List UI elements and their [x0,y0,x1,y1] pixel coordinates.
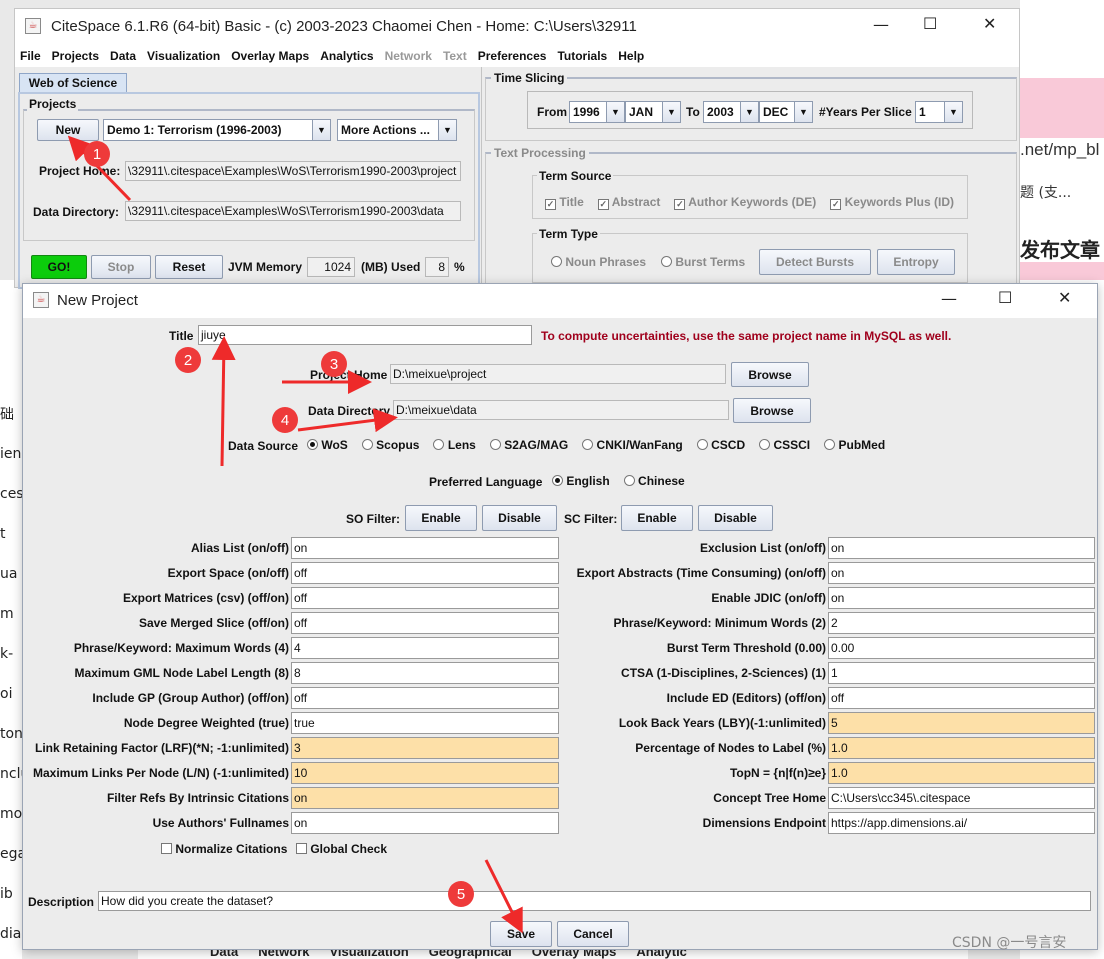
annotation-badge-3: 3 [321,351,347,377]
annotation-badge-4: 4 [272,407,298,433]
annotation-badge-1: 1 [84,141,110,167]
annotation-badge-2: 2 [175,347,201,373]
annotation-arrows [67,135,523,934]
annotation-badge-5: 5 [448,881,474,907]
arrow-4 [297,408,398,433]
arrow-2 [211,336,236,467]
csdn-watermark: CSDN @一号言安 [952,935,1067,951]
arrow-5 [484,859,523,934]
